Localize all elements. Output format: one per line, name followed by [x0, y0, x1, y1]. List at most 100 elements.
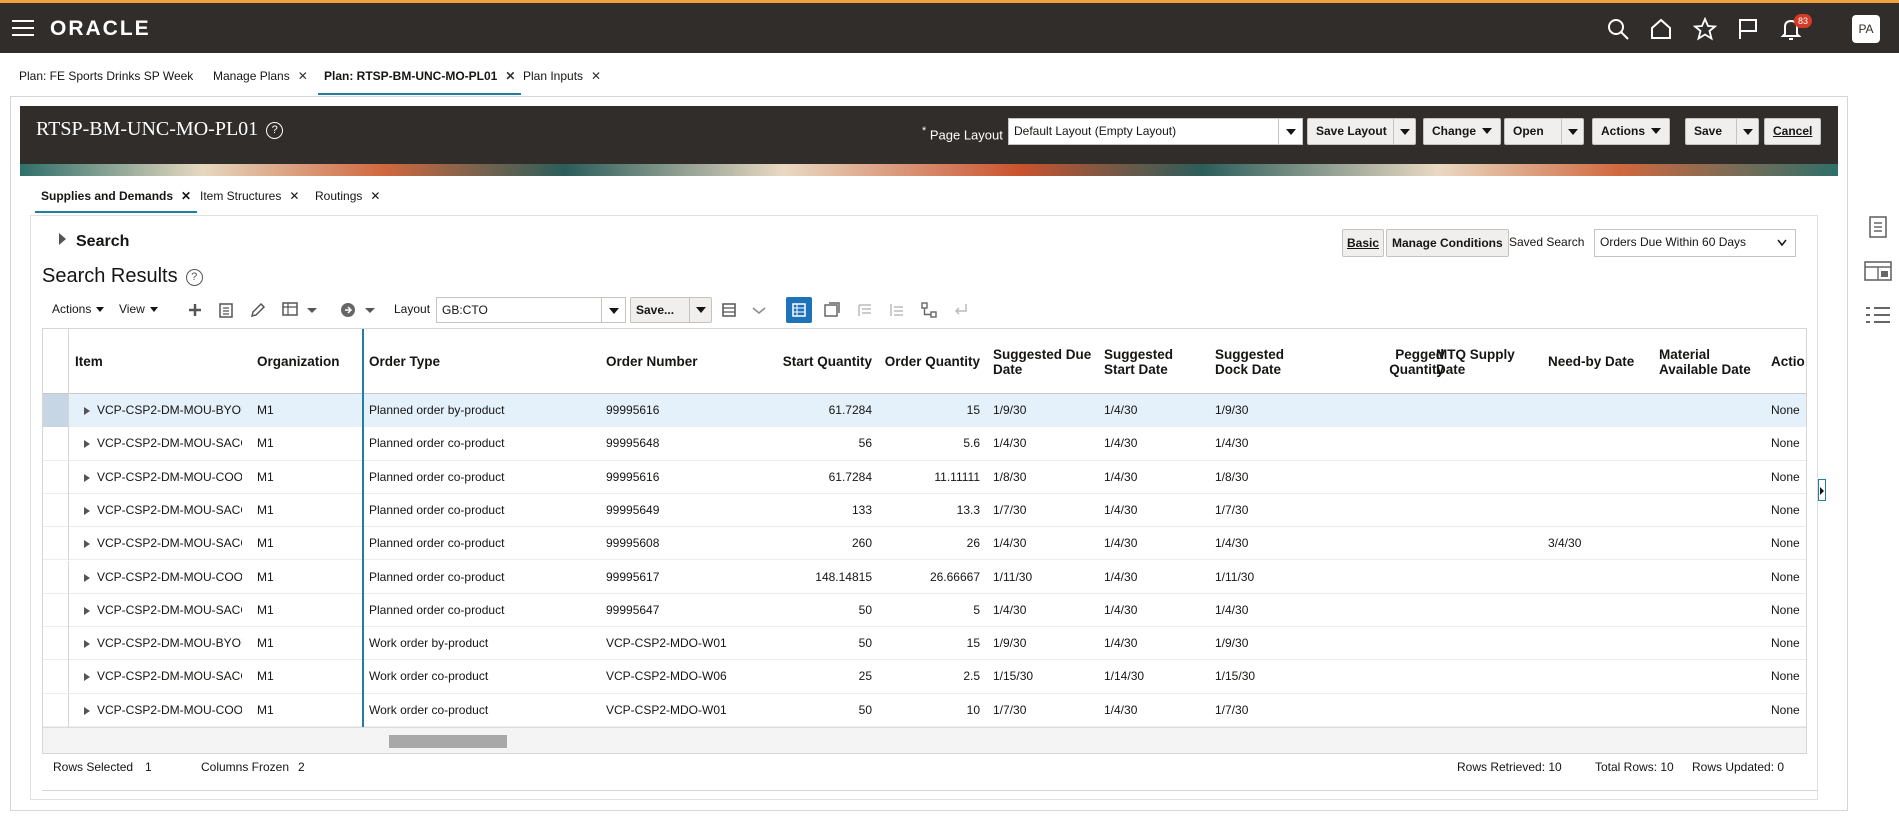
close-icon[interactable]: ✕ [591, 69, 601, 83]
select-all-cell[interactable] [43, 329, 69, 394]
row-selector[interactable] [43, 394, 69, 427]
list-icon[interactable] [1864, 303, 1892, 327]
tab-plan-inputs[interactable]: Plan Inputs ✕ [523, 69, 601, 83]
chevron-down-icon[interactable] [1393, 119, 1415, 144]
table-row[interactable]: VCP-CSP2-DM-MOU-SACC M1 Work order co-prod… [43, 660, 1806, 694]
column-header-actions[interactable]: Actio [1771, 329, 1806, 394]
table-row[interactable]: VCP-CSP2-DM-MOU-SACC M1 Planned order co-p… [43, 593, 1806, 628]
expand-row-icon[interactable] [84, 640, 90, 649]
actions-menu[interactable]: Actions [52, 302, 105, 316]
help-icon[interactable]: ? [266, 122, 284, 139]
freeze-icon[interactable] [786, 297, 812, 323]
save-button[interactable]: Save [1685, 118, 1759, 145]
table-row[interactable]: VCP-CSP2-DM-MOU-COOL M1 Planned order co-p… [43, 560, 1806, 594]
column-header-suggested-start-date[interactable]: Suggested Start Date [1104, 329, 1204, 394]
help-icon[interactable]: ? [185, 269, 203, 286]
chevron-down-icon[interactable] [364, 301, 376, 319]
actions-button[interactable]: Actions [1592, 118, 1671, 145]
layout-save-button[interactable]: Save... [630, 297, 712, 323]
panel-toggle[interactable] [1818, 479, 1826, 501]
table-row[interactable]: VCP-CSP2-DM-MOU-SACC M1 Planned order co-p… [43, 427, 1806, 461]
expand-row-icon[interactable] [84, 540, 90, 549]
save-layout-button[interactable]: Save Layout [1307, 118, 1416, 145]
avatar[interactable]: PA [1852, 15, 1880, 43]
expand-row-icon[interactable] [84, 673, 90, 682]
oracle-logo[interactable]: ORACLE [50, 17, 151, 41]
pivot-icon[interactable] [281, 301, 299, 319]
close-icon[interactable]: ✕ [505, 69, 515, 83]
expand-row-icon[interactable] [84, 506, 90, 515]
tab-manage-plans[interactable]: Manage Plans ✕ [213, 69, 308, 83]
column-header-need-by-date[interactable]: Need-by Date [1548, 329, 1648, 394]
tab-item-structures[interactable]: Item Structures ✕ [200, 189, 299, 203]
change-button[interactable]: Change [1423, 118, 1502, 145]
column-header-material-available-date[interactable]: Material Available Date [1659, 329, 1759, 394]
close-icon[interactable]: ✕ [370, 189, 380, 203]
expand-row-icon[interactable] [84, 706, 90, 715]
expand-icon[interactable] [59, 233, 66, 245]
chevron-down-icon[interactable] [1777, 239, 1787, 247]
view-menu[interactable]: View [119, 302, 158, 316]
scrollbar-thumb[interactable] [389, 735, 507, 748]
column-header-item[interactable]: Item [75, 329, 235, 394]
expand-row-icon[interactable] [84, 440, 90, 449]
column-header-suggested-due-date[interactable]: Suggested Due Date [993, 329, 1098, 394]
tasks-icon[interactable] [1866, 215, 1890, 239]
column-header-mtq-supply-date[interactable]: MTQ Supply Date [1436, 329, 1536, 394]
tab-fe-sports-drinks[interactable]: Plan: FE Sports Drinks SP Week [19, 69, 193, 83]
hierarchy-icon[interactable] [920, 301, 938, 319]
horizontal-scrollbar[interactable] [43, 727, 1806, 753]
go-icon[interactable] [339, 301, 357, 319]
table-row[interactable]: VCP-CSP2-DM-MOU-COOL M1 Planned order co-p… [43, 460, 1806, 494]
row-selector[interactable] [43, 660, 69, 694]
search-disclosure[interactable]: Search [59, 233, 129, 251]
expand-row-icon[interactable] [84, 407, 90, 415]
chevron-down-icon[interactable] [1736, 119, 1758, 144]
row-selector[interactable] [43, 460, 69, 494]
cancel-button[interactable]: Cancel [1764, 118, 1822, 145]
chevron-down-icon[interactable] [601, 298, 625, 322]
column-header-suggested-dock-date[interactable]: Suggested Dock Date [1215, 329, 1315, 394]
row-selector[interactable] [43, 693, 69, 727]
layout-select[interactable]: GB:CTO [436, 297, 626, 323]
edit-icon[interactable] [249, 301, 267, 319]
saved-search-select[interactable]: Orders Due Within 60 Days [1594, 229, 1796, 257]
column-header-order-type[interactable]: Order Type [369, 329, 559, 394]
column-header-organization[interactable]: Organization [257, 329, 357, 394]
column-header-start-quantity[interactable]: Start Quantity [778, 329, 872, 394]
expand-row-icon[interactable] [84, 573, 90, 582]
expand-row-icon[interactable] [84, 473, 90, 482]
chevron-down-icon[interactable] [306, 301, 318, 319]
table-row[interactable]: VCP-CSP2-DM-MOU-BYOU M1 Work order by-prod… [43, 627, 1806, 661]
table-row[interactable]: VCP-CSP2-DM-MOU-COOL M1 Work order co-prod… [43, 693, 1806, 727]
expand-row-icon[interactable] [84, 606, 90, 615]
chevron-down-icon[interactable] [752, 301, 766, 319]
close-icon[interactable]: ✕ [181, 189, 191, 203]
open-button[interactable]: Open [1504, 118, 1584, 145]
tab-routings[interactable]: Routings ✕ [315, 189, 380, 203]
table-row[interactable]: VCP-CSP2-DM-MOU-SACC M1 Planned order co-p… [43, 527, 1806, 561]
add-icon[interactable] [186, 301, 204, 319]
column-header-order-quantity[interactable]: Order Quantity [880, 329, 980, 394]
page-layout-select[interactable]: Default Layout (Empty Layout) [1008, 118, 1303, 145]
dashboard-icon[interactable] [1863, 259, 1893, 283]
flag-icon[interactable] [1736, 17, 1760, 41]
chevron-down-icon[interactable] [1278, 119, 1302, 144]
basic-button[interactable]: Basic [1342, 229, 1385, 257]
hamburger-icon[interactable] [12, 20, 34, 38]
row-selector[interactable] [43, 593, 69, 627]
row-selector[interactable] [43, 627, 69, 661]
detach-icon[interactable] [823, 301, 841, 319]
columns-icon[interactable] [720, 301, 738, 319]
row-selector[interactable] [43, 560, 69, 594]
tab-plan-rtsp[interactable]: Plan: RTSP-BM-UNC-MO-PL01 ✕ [317, 69, 522, 95]
table-row[interactable]: VCP-CSP2-DM-MOU-SACC M1 Planned order co-p… [43, 493, 1806, 528]
row-selector[interactable] [43, 427, 69, 461]
chevron-down-icon[interactable] [689, 298, 711, 322]
home-icon[interactable] [1649, 17, 1673, 41]
star-icon[interactable] [1693, 17, 1717, 41]
manage-conditions-button[interactable]: Manage Conditions [1386, 229, 1509, 257]
tab-supplies-and-demands[interactable]: Supplies and Demands ✕ [34, 189, 198, 213]
close-icon[interactable]: ✕ [298, 69, 308, 83]
search-icon[interactable] [1606, 17, 1630, 41]
